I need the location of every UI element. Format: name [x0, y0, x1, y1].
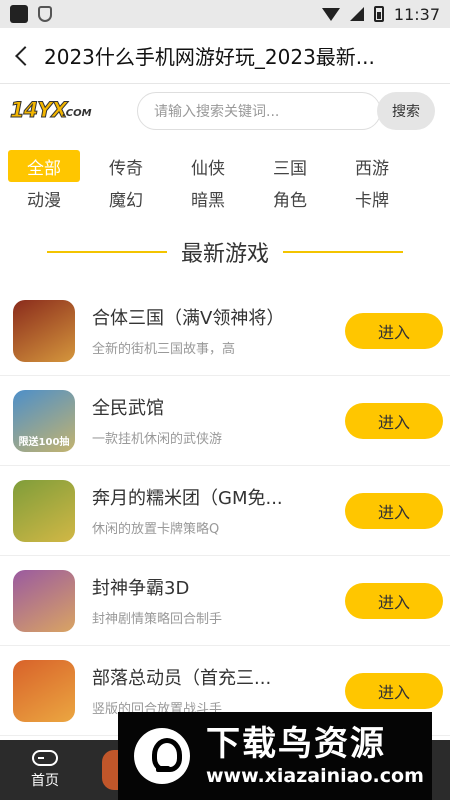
- search-placeholder: 请输入搜索关键词...: [154, 104, 280, 120]
- site-logo[interactable]: 14YX .COM: [10, 94, 94, 128]
- gamepad-icon: [32, 750, 58, 766]
- status-bar: 11:37: [0, 0, 450, 28]
- category-dark[interactable]: 暗黑: [172, 182, 244, 214]
- search-input[interactable]: 请输入搜索关键词...: [137, 92, 381, 130]
- game-name: 奔月的糯米团（GM免...: [92, 488, 283, 509]
- list-item[interactable]: 合体三国（满V领神将） 全新的街机三国故事，高 进入: [0, 286, 450, 376]
- shield-icon: [38, 6, 52, 22]
- page-title: 2023什么手机网游好玩_2023最新...: [44, 45, 375, 69]
- watermark-name: 下载鸟资源: [206, 724, 386, 764]
- game-description: 休闲的放置卡牌策略Q: [92, 522, 220, 537]
- game-name: 封神争霸3D: [92, 578, 190, 599]
- category-rpg[interactable]: 角色: [254, 182, 326, 214]
- status-time: 11:37: [393, 4, 440, 24]
- wifi-icon: [321, 7, 340, 21]
- watermark: 下载鸟资源 www.xiazainiao.com: [118, 712, 432, 800]
- enter-button[interactable]: 进入: [345, 582, 443, 619]
- signal-icon: [349, 7, 364, 21]
- category-anime[interactable]: 动漫: [8, 182, 80, 214]
- chevron-left-icon: [15, 45, 35, 66]
- divider: [283, 251, 403, 253]
- back-button[interactable]: [0, 28, 44, 84]
- game-description: 全新的街机三国故事，高: [92, 342, 236, 357]
- nav-home[interactable]: 首页: [0, 740, 90, 800]
- category-journey-west[interactable]: 西游: [336, 150, 408, 182]
- game-name: 合体三国（满V领神将）: [92, 308, 285, 329]
- watermark-url: www.xiazainiao.com: [206, 765, 424, 787]
- game-list: 合体三国（满V领神将） 全新的街机三国故事，高 进入 限送100抽 全民武馆 一…: [0, 286, 450, 736]
- game-name: 部落总动员（首充三...: [92, 668, 272, 689]
- category-card[interactable]: 卡牌: [336, 182, 408, 214]
- game-icon: [13, 299, 75, 362]
- list-item[interactable]: 奔月的糯米团（GM免... 休闲的放置卡牌策略Q 进入: [0, 466, 450, 556]
- battery-icon: [373, 6, 384, 22]
- list-item[interactable]: 封神争霸3D 封神剧情策略回合制手 进入: [0, 556, 450, 646]
- app-notification-icon: [10, 5, 28, 23]
- search-row: 14YX .COM 请输入搜索关键词... 搜索: [0, 84, 450, 138]
- category-three-kingdoms[interactable]: 三国: [254, 150, 326, 182]
- enter-button[interactable]: 进入: [345, 402, 443, 439]
- bird-logo-icon: [134, 728, 190, 784]
- game-description: 封神剧情策略回合制手: [92, 612, 223, 627]
- game-icon: [13, 479, 75, 542]
- section-header: 最新游戏: [0, 232, 450, 272]
- category-xianxia[interactable]: 仙侠: [172, 150, 244, 182]
- game-icon: [13, 569, 75, 632]
- enter-button[interactable]: 进入: [345, 312, 443, 349]
- category-all[interactable]: 全部: [8, 150, 80, 182]
- section-title: 最新游戏: [180, 242, 269, 267]
- title-bar: 2023什么手机网游好玩_2023最新...: [0, 28, 450, 84]
- enter-button[interactable]: 进入: [345, 672, 443, 709]
- category-legend[interactable]: 传奇: [90, 150, 162, 182]
- nav-home-label: 首页: [31, 773, 59, 789]
- game-description: 一款挂机休闲的武侠游: [92, 432, 223, 447]
- enter-button[interactable]: 进入: [345, 492, 443, 529]
- search-button[interactable]: 搜索: [377, 92, 435, 130]
- game-icon: [13, 659, 75, 722]
- category-fantasy[interactable]: 魔幻: [90, 182, 162, 214]
- game-icon: 限送100抽: [13, 389, 75, 452]
- divider: [46, 251, 167, 253]
- list-item[interactable]: 限送100抽 全民武馆 一款挂机休闲的武侠游 进入: [0, 376, 450, 466]
- game-name: 全民武馆: [92, 398, 164, 419]
- category-tabs: 全部 传奇 仙侠 三国 西游 动漫 魔幻 暗黑 角色 卡牌: [8, 150, 448, 214]
